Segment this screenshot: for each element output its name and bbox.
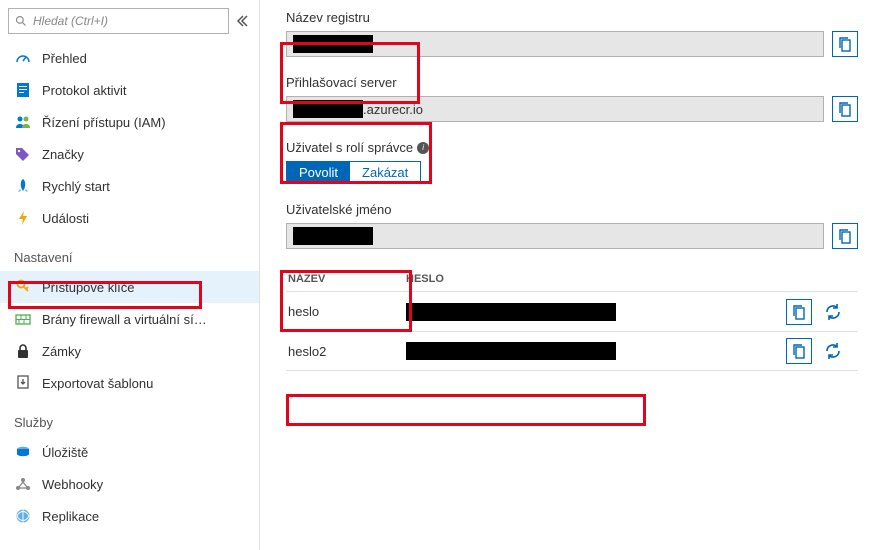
- username-field: Uživatelské jméno: [286, 202, 858, 249]
- sidebar-top-list: Přehled Protokol aktivit Řízení přístupu…: [0, 42, 259, 234]
- regenerate-button[interactable]: [820, 338, 846, 364]
- sidebar-item-locks[interactable]: Zámky: [0, 335, 259, 367]
- sidebar-item-quickstart[interactable]: Rychlý start: [0, 170, 259, 202]
- username-label: Uživatelské jméno: [286, 202, 858, 217]
- regenerate-button[interactable]: [820, 299, 846, 325]
- sidebar-services-list: Úložiště Webhooky Replikace: [0, 436, 259, 532]
- password-row: heslo: [286, 291, 858, 331]
- sidebar-item-export-template[interactable]: Exportovat šablonu: [0, 367, 259, 399]
- sidebar-item-label: Úložiště: [42, 445, 88, 460]
- sidebar-item-label: Události: [42, 211, 89, 226]
- toggle-enable[interactable]: Povolit: [287, 162, 350, 183]
- login-server-label: Přihlašovací server: [286, 75, 858, 90]
- sidebar-item-activity-log[interactable]: Protokol aktivit: [0, 74, 259, 106]
- webhook-icon: [14, 475, 32, 493]
- pw-row-value[interactable]: [406, 303, 786, 321]
- redacted-value: [293, 227, 373, 245]
- sidebar-item-label: Přehled: [42, 51, 87, 66]
- gauge-icon: [14, 49, 32, 67]
- registry-name-label: Název registru: [286, 10, 858, 25]
- search-input[interactable]: [33, 14, 222, 28]
- search-icon: [15, 15, 27, 27]
- sidebar-settings-list: Přístupové klíče Brány firewall a virtuá…: [0, 271, 259, 399]
- login-server-suffix: .azurecr.io: [363, 102, 423, 117]
- log-icon: [14, 81, 32, 99]
- lock-icon: [14, 342, 32, 360]
- sidebar-item-label: Exportovat šablonu: [42, 376, 153, 391]
- storage-icon: [14, 443, 32, 461]
- sidebar-item-overview[interactable]: Přehled: [0, 42, 259, 74]
- sidebar-item-label: Značky: [42, 147, 84, 162]
- pw-header-password: HESLO: [406, 273, 786, 285]
- search-box[interactable]: [8, 8, 229, 34]
- pw-row-value[interactable]: [406, 342, 786, 360]
- sidebar-item-replication[interactable]: Replikace: [0, 500, 259, 532]
- sidebar-section-settings-title: Nastavení: [0, 234, 259, 271]
- tag-icon: [14, 145, 32, 163]
- sidebar-section-services-title: Služby: [0, 399, 259, 436]
- registry-name-field: Název registru: [286, 10, 858, 57]
- main-panel: Název registru Přihlašovací server .azur…: [260, 0, 874, 550]
- collapse-sidebar-button[interactable]: [233, 9, 251, 33]
- sidebar-item-label: Protokol aktivit: [42, 83, 127, 98]
- redacted-value: [406, 303, 616, 321]
- password-row: heslo2: [286, 331, 858, 371]
- copy-button[interactable]: [786, 338, 812, 364]
- iam-icon: [14, 113, 32, 131]
- admin-user-block: Uživatel s rolí správce i Povolit Zakáza…: [286, 140, 858, 184]
- copy-button[interactable]: [786, 299, 812, 325]
- pw-header-name: NÁZEV: [286, 273, 406, 285]
- copy-button[interactable]: [832, 31, 858, 57]
- redacted-value: [293, 100, 363, 118]
- firewall-icon: [14, 310, 32, 328]
- sidebar-item-label: Webhooky: [42, 477, 103, 492]
- sidebar-item-access-keys[interactable]: Přístupové klíče: [0, 271, 259, 303]
- pw-row-name: heslo2: [286, 344, 406, 359]
- sidebar-item-label: Přístupové klíče: [42, 280, 135, 295]
- copy-button[interactable]: [832, 96, 858, 122]
- registry-name-input[interactable]: [286, 31, 824, 57]
- username-input[interactable]: [286, 223, 824, 249]
- admin-toggle[interactable]: Povolit Zakázat: [286, 161, 421, 184]
- sidebar-item-label: Řízení přístupu (IAM): [42, 115, 166, 130]
- toggle-disable[interactable]: Zakázat: [350, 162, 420, 183]
- sidebar: Přehled Protokol aktivit Řízení přístupu…: [0, 0, 260, 550]
- sidebar-item-label: Zámky: [42, 344, 81, 359]
- sidebar-item-label: Replikace: [42, 509, 99, 524]
- rocket-icon: [14, 177, 32, 195]
- login-server-input[interactable]: .azurecr.io: [286, 96, 824, 122]
- key-icon: [14, 278, 32, 296]
- sidebar-item-webhooks[interactable]: Webhooky: [0, 468, 259, 500]
- redacted-value: [406, 342, 616, 360]
- password-table: NÁZEV HESLO heslo heslo2: [286, 267, 858, 371]
- sidebar-item-firewall[interactable]: Brány firewall a virtuální sí…: [0, 303, 259, 335]
- replication-icon: [14, 507, 32, 525]
- bolt-icon: [14, 209, 32, 227]
- sidebar-item-iam[interactable]: Řízení přístupu (IAM): [0, 106, 259, 138]
- sidebar-item-tags[interactable]: Značky: [0, 138, 259, 170]
- login-server-field: Přihlašovací server .azurecr.io: [286, 75, 858, 122]
- pw-row-name: heslo: [286, 304, 406, 319]
- info-icon[interactable]: i: [417, 142, 429, 154]
- copy-button[interactable]: [832, 223, 858, 249]
- sidebar-item-events[interactable]: Události: [0, 202, 259, 234]
- sidebar-item-label: Brány firewall a virtuální sí…: [42, 312, 207, 327]
- export-icon: [14, 374, 32, 392]
- admin-user-label: Uživatel s rolí správce: [286, 140, 413, 155]
- redacted-value: [293, 35, 373, 53]
- sidebar-item-label: Rychlý start: [42, 179, 110, 194]
- sidebar-item-storage[interactable]: Úložiště: [0, 436, 259, 468]
